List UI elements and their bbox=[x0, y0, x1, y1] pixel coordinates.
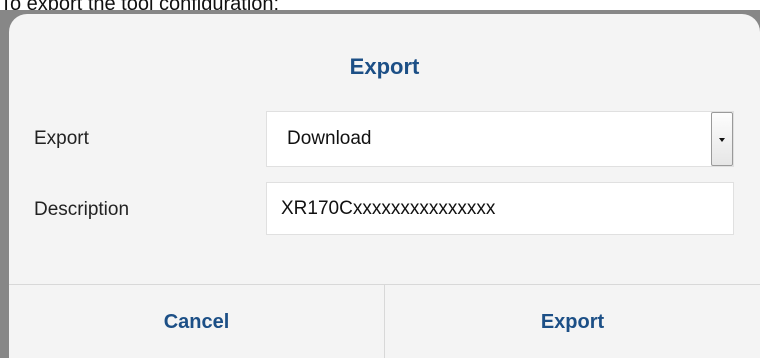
chevron-down-icon[interactable] bbox=[711, 112, 733, 166]
dialog-title: Export bbox=[349, 54, 420, 79]
page: To export the tool configuration: Export… bbox=[0, 0, 760, 358]
dialog-footer: Cancel Export bbox=[9, 284, 760, 358]
export-label: Export bbox=[34, 128, 89, 149]
cancel-button[interactable]: Cancel bbox=[9, 285, 385, 358]
export-method-value: Download bbox=[287, 128, 372, 149]
description-label: Description bbox=[34, 199, 130, 220]
export-method-select[interactable]: Download bbox=[266, 111, 734, 167]
export-button[interactable]: Export bbox=[385, 285, 760, 358]
export-dialog: Export Export Download Description Cance… bbox=[9, 14, 760, 358]
description-input[interactable] bbox=[266, 182, 734, 235]
